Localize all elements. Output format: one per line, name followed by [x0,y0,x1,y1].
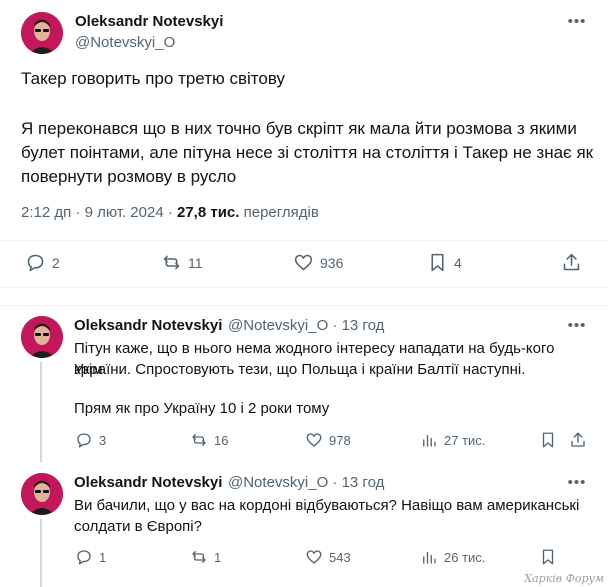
reply-icon [27,254,44,272]
like-count: 936 [320,254,344,271]
reply-text-line: Прям як про Україну 10 і 2 роки тому [74,400,330,417]
like-button[interactable]: 978 [305,431,351,449]
reply-button[interactable]: 3 [75,431,106,449]
thread-line [40,362,42,462]
reply-count: 1 [99,549,107,565]
avatar[interactable] [21,473,63,515]
views-icon [423,434,436,447]
share-button[interactable] [561,252,582,273]
reply-text-line: України. Спростовують тези, що Польща і … [74,361,526,378]
more-icon[interactable]: ••• [566,318,588,338]
repost-button[interactable]: 11 [161,252,203,273]
like-count: 978 [329,432,351,448]
share-icon [563,253,580,271]
repost-icon [163,255,180,270]
tweet-timestamp[interactable]: 2:12 дп · 9 лют. 2024 · [21,204,177,221]
tweet-text-line: булет поінтами, але пітуна несе зі столі… [21,143,594,162]
avatar-image [21,473,63,515]
avatar-image [21,316,63,358]
repost-icon [192,551,206,563]
like-button[interactable]: 936 [293,252,343,273]
avatar[interactable] [21,316,63,358]
author-handle[interactable]: @Notevskyi_O · 13 год [228,317,384,334]
divider [0,287,608,288]
heart-icon [306,550,322,564]
watermark: Харків Форум [524,572,604,585]
repost-count: 11 [188,254,203,271]
like-count: 543 [329,549,351,565]
tweet-text-line: Такер говорить про третю світову [21,69,285,88]
repost-count: 1 [214,549,222,565]
bookmark-count: 4 [454,254,462,271]
tweet-text-line: Я переконався що в них точно був скріпт … [21,119,577,138]
author-name[interactable]: Oleksandr Notevskyi [75,13,223,30]
reply-icon [77,433,91,448]
divider [0,240,608,241]
reply-text-line: Ви бачили, що у вас на кордоні відбувают… [74,497,580,514]
bookmark-icon [431,253,444,272]
author-handle[interactable]: @Notevskyi_O [75,34,175,51]
bookmark-icon [542,549,554,565]
repost-button[interactable]: 1 [190,548,221,566]
reply-text-line: солдати в Європі? [74,518,202,535]
author-handle[interactable]: @Notevskyi_O · 13 год [228,474,384,491]
bookmark-button[interactable] [539,548,557,566]
bookmark-button[interactable]: 4 [427,252,462,273]
bookmark-button[interactable] [539,431,557,449]
repost-button[interactable]: 16 [190,431,228,449]
tweet-meta: 2:12 дп · 9 лют. 2024 · 27,8 тис. перегл… [21,204,319,221]
heart-icon [306,433,322,447]
share-icon [571,432,585,447]
views-count[interactable]: 27,8 тис. [177,204,239,221]
repost-count: 16 [214,432,229,448]
views-button[interactable]: 26 тис. [420,548,485,566]
tweet-text-line: повернути розмову в русло [21,167,237,186]
reply-icon [77,550,91,565]
avatar-image [21,12,63,54]
share-button[interactable] [569,431,587,449]
more-icon[interactable]: ••• [566,475,588,495]
reply-count: 2 [52,254,60,271]
repost-icon [192,434,206,446]
views-count: 26 тис. [444,549,486,565]
avatar[interactable] [21,12,63,54]
like-button[interactable]: 543 [305,548,351,566]
author-name[interactable]: Oleksandr Notevskyi [74,474,222,491]
views-button[interactable]: 27 тис. [420,431,485,449]
reply-count: 3 [99,432,107,448]
divider [0,305,608,306]
author-name[interactable]: Oleksandr Notevskyi [74,317,222,334]
views-count: 27 тис. [444,432,486,448]
bookmark-icon [542,432,554,448]
reply-button[interactable]: 2 [25,252,60,273]
thread-line [40,519,42,587]
views-icon [423,551,436,564]
views-label: переглядів [239,204,319,221]
reply-button[interactable]: 1 [75,548,106,566]
more-icon[interactable]: ••• [566,14,588,34]
heart-icon [294,254,313,271]
